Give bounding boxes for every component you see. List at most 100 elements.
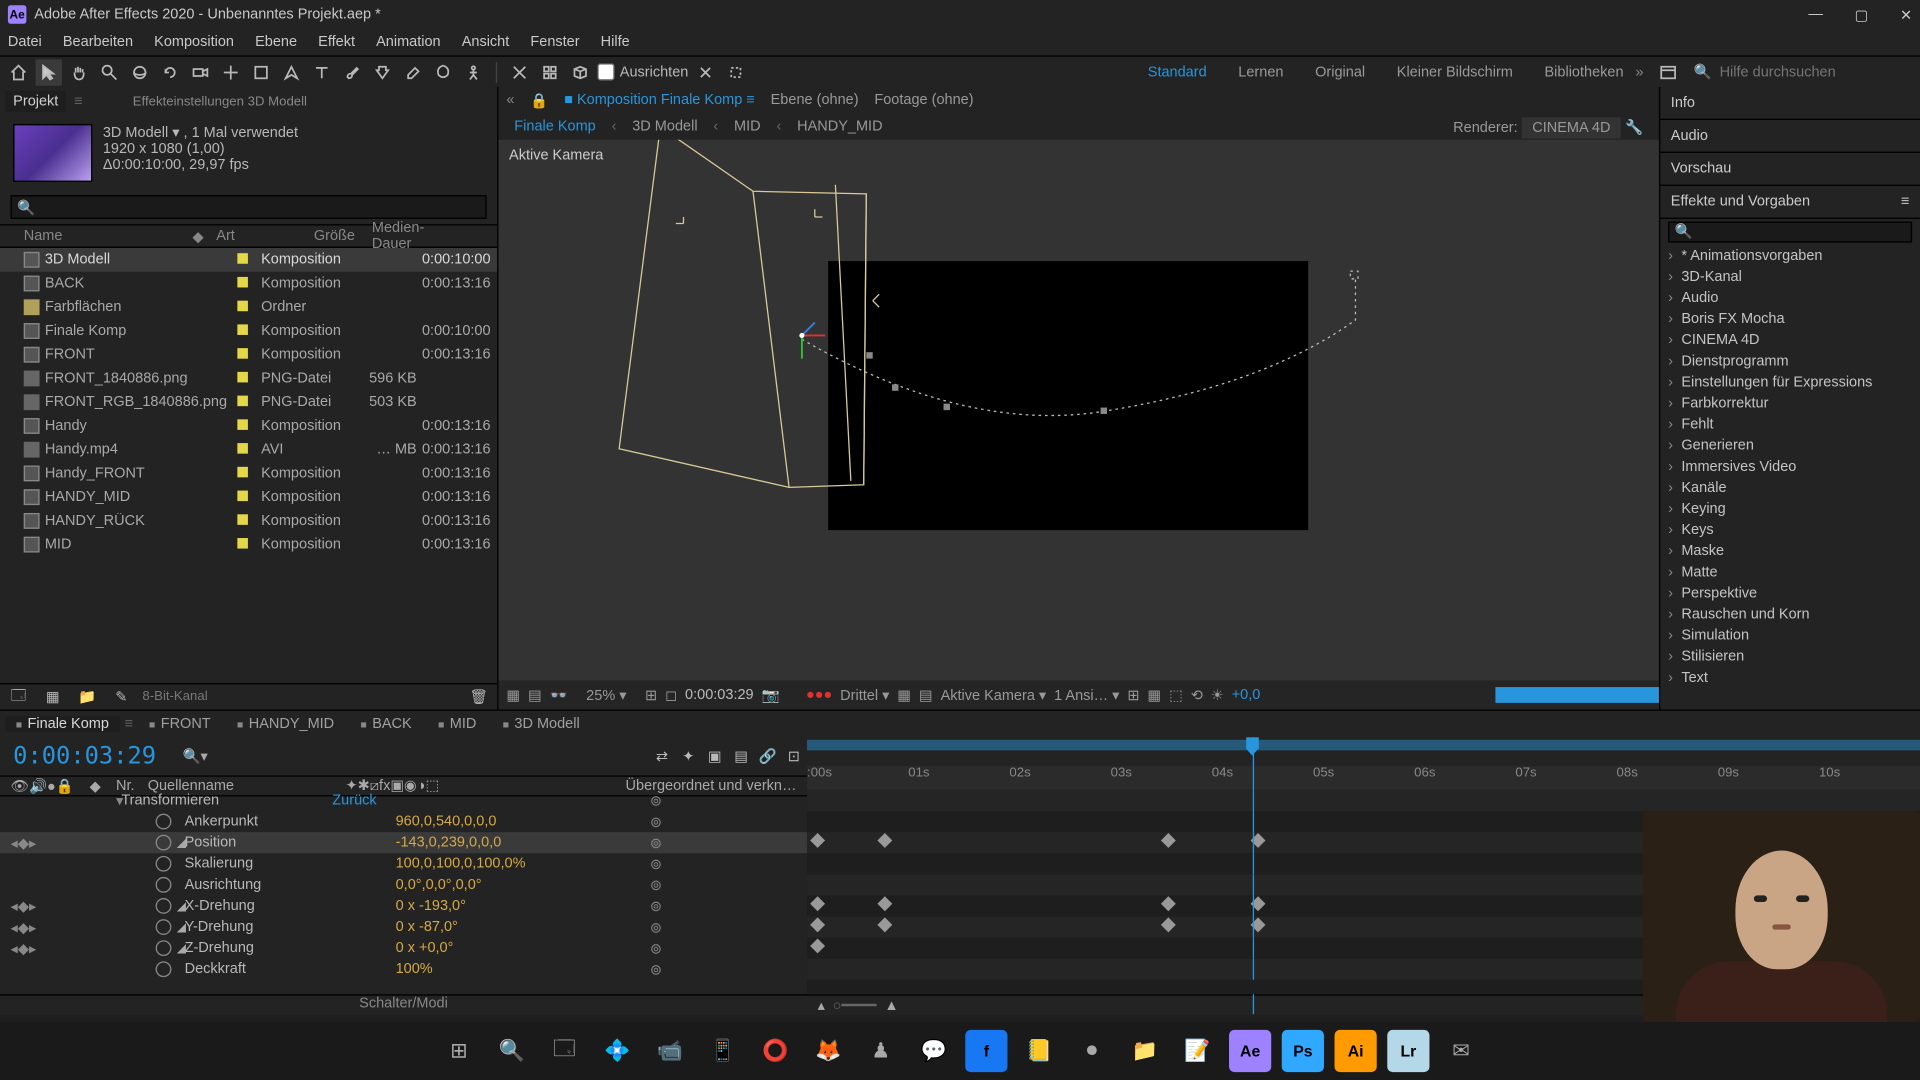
effect-category[interactable]: Maske: [1660, 541, 1920, 562]
align-checkbox[interactable]: Ausrichten: [597, 63, 688, 80]
tl-opt-4[interactable]: ▤: [728, 743, 754, 769]
menu-ansicht[interactable]: Ansicht: [462, 34, 510, 50]
snapping-toggle[interactable]: [692, 59, 718, 85]
effect-category[interactable]: Einstellungen für Expressions: [1660, 372, 1920, 393]
taskbar-app[interactable]: 🦊: [807, 1030, 849, 1072]
zoom-in-icon[interactable]: ▲: [884, 998, 898, 1014]
search-help-input[interactable]: [1720, 64, 1907, 80]
effect-category[interactable]: Kanäle: [1660, 477, 1920, 498]
tool-icon-4[interactable]: ⟲: [1191, 686, 1203, 703]
comp-tab[interactable]: ■ Komposition Finale Komp ≡: [564, 92, 755, 108]
alpha-icon[interactable]: ▦: [506, 686, 520, 703]
menu-effekt[interactable]: Effekt: [318, 34, 355, 50]
taskbar-app[interactable]: ⭕: [754, 1030, 796, 1072]
interpret-icon[interactable]: 🗔: [5, 684, 31, 710]
clone-tool[interactable]: [369, 59, 395, 85]
taskbar-app[interactable]: 📝: [1176, 1030, 1218, 1072]
taskbar-app[interactable]: 📒: [1018, 1030, 1060, 1072]
col-size[interactable]: Größe: [314, 228, 372, 244]
timeline-tab[interactable]: BACK: [350, 716, 422, 732]
mask-icon[interactable]: 👓: [550, 686, 568, 703]
comp-tab-back[interactable]: «: [506, 92, 514, 108]
project-item[interactable]: HANDY_MIDKomposition0:00:13:16: [0, 485, 497, 509]
zoom-out-icon[interactable]: ▴: [818, 997, 825, 1014]
effect-category[interactable]: Matte: [1660, 562, 1920, 583]
property-row[interactable]: Ankerpunkt960,0,540,0,0,0⊚: [0, 811, 807, 832]
exposure-icon[interactable]: ☀: [1211, 686, 1224, 703]
color-channel-icon[interactable]: ●●●: [806, 687, 832, 703]
effect-category[interactable]: Text: [1660, 667, 1920, 688]
preview-panel[interactable]: Vorschau: [1660, 153, 1920, 186]
taskbar-app[interactable]: Ai: [1335, 1030, 1377, 1072]
effect-category[interactable]: Audio: [1660, 287, 1920, 308]
taskbar-app[interactable]: Ae: [1229, 1030, 1271, 1072]
audio-panel[interactable]: Audio: [1660, 120, 1920, 153]
project-item[interactable]: FarbflächenOrdner: [0, 295, 497, 319]
tl-opt-6[interactable]: ⊡: [781, 743, 807, 769]
effect-category[interactable]: Dienstprogramm: [1660, 351, 1920, 372]
home-icon[interactable]: [5, 59, 31, 85]
taskbar-app[interactable]: 🔍: [491, 1030, 533, 1072]
effect-category[interactable]: Rauschen und Korn: [1660, 604, 1920, 625]
timeline-search[interactable]: 🔍▾: [182, 749, 207, 765]
timeline-tab[interactable]: FRONT: [139, 716, 222, 732]
zoom-dropdown[interactable]: 25% ▾: [576, 686, 637, 703]
workspace-bibliotheken[interactable]: Bibliotheken: [1545, 64, 1624, 80]
minimize-button[interactable]: —: [1808, 6, 1823, 23]
tl-opt-3[interactable]: ▣: [702, 743, 728, 769]
pen-tool[interactable]: [278, 59, 304, 85]
effect-category[interactable]: Generieren: [1660, 435, 1920, 456]
tool-icon-3[interactable]: ⬚: [1169, 686, 1183, 703]
project-item[interactable]: HANDY_RÜCKKomposition0:00:13:16: [0, 509, 497, 533]
new-folder-icon[interactable]: 📁: [74, 684, 100, 710]
effect-category[interactable]: Farbkorrektur: [1660, 393, 1920, 414]
property-row[interactable]: Deckkraft100%⊚: [0, 959, 807, 980]
tl-opt-2[interactable]: ✦: [675, 743, 701, 769]
switches-label[interactable]: Schalter/Modi: [0, 996, 807, 1016]
guides-icon[interactable]: ▤: [919, 686, 933, 703]
roi-icon[interactable]: ◻: [665, 686, 677, 703]
footage-tab[interactable]: Footage (ohne): [874, 92, 973, 108]
timeline-tab[interactable]: Finale Komp: [5, 716, 119, 732]
exposure-value[interactable]: +0,0: [1232, 687, 1261, 703]
adjust-icon[interactable]: ✎: [108, 684, 134, 710]
pan-behind-tool[interactable]: [218, 59, 244, 85]
effect-category[interactable]: Simulation: [1660, 625, 1920, 646]
res-icon[interactable]: ⊞: [645, 686, 657, 703]
bpc-label[interactable]: 8-Bit-Kanal: [142, 690, 207, 705]
effect-category[interactable]: Keying: [1660, 498, 1920, 519]
eraser-tool[interactable]: [400, 59, 426, 85]
project-item[interactable]: BACKKomposition0:00:13:16: [0, 272, 497, 296]
camera-dropdown[interactable]: Aktive Kamera ▾: [941, 686, 1047, 703]
effects-search[interactable]: 🔍: [1668, 222, 1912, 243]
property-row[interactable]: Skalierung100,0,100,0,100,0%⊚: [0, 853, 807, 874]
info-panel[interactable]: Info: [1660, 87, 1920, 120]
breadcrumb-item[interactable]: 3D Modell: [632, 119, 697, 135]
taskbar-app[interactable]: 📁: [1124, 1030, 1166, 1072]
camera-tool[interactable]: [187, 59, 213, 85]
breadcrumb-item[interactable]: Finale Komp: [514, 119, 595, 135]
taskbar-app[interactable]: 📹: [649, 1030, 691, 1072]
snapshot-icon[interactable]: 📷: [762, 686, 780, 703]
timeline-tab[interactable]: 3D Modell: [492, 716, 590, 732]
grid-icon[interactable]: [537, 59, 563, 85]
col-label-icon[interactable]: ◆: [193, 227, 217, 244]
effect-category[interactable]: CINEMA 4D: [1660, 330, 1920, 351]
menu-animation[interactable]: Animation: [376, 34, 441, 50]
workspace-kleiner bildschirm[interactable]: Kleiner Bildschirm: [1397, 64, 1513, 80]
menu-bearbeiten[interactable]: Bearbeiten: [63, 34, 133, 50]
rect-tool[interactable]: [248, 59, 274, 85]
tl-opt-5[interactable]: 🔗: [754, 743, 780, 769]
snap-icon[interactable]: [506, 59, 532, 85]
property-row[interactable]: Ausrichtung0,0°,0,0°,0,0°⊚: [0, 874, 807, 895]
effects-panel-header[interactable]: Effekte und Vorgaben≡: [1660, 186, 1920, 219]
menu-fenster[interactable]: Fenster: [530, 34, 579, 50]
effect-category[interactable]: Perspektive: [1660, 583, 1920, 604]
tool-icon-2[interactable]: ▦: [1147, 686, 1161, 703]
workspace-standard[interactable]: Standard: [1148, 64, 1207, 80]
taskbar-app[interactable]: ⏺: [1071, 1030, 1113, 1072]
mask-icon[interactable]: [723, 59, 749, 85]
project-item[interactable]: 3D ModellKomposition0:00:10:00: [0, 248, 497, 272]
project-item[interactable]: HandyKomposition0:00:13:16: [0, 414, 497, 438]
new-comp-icon[interactable]: ▦: [40, 684, 66, 710]
